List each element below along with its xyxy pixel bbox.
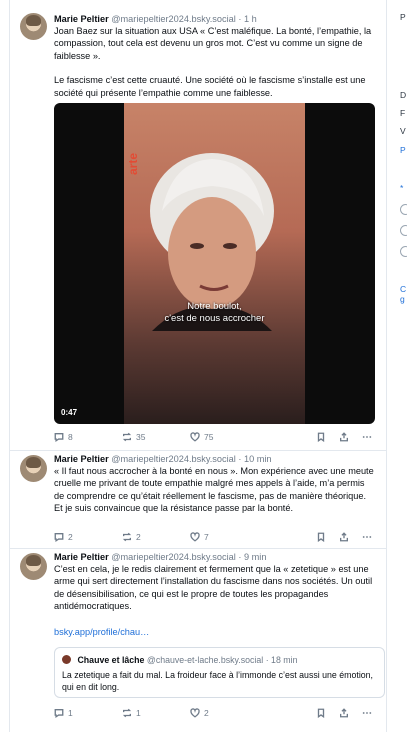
bookmark-button[interactable] — [316, 532, 326, 542]
quoted-avatar[interactable] — [62, 655, 71, 664]
profile-link[interactable]: bsky.app/profile/chau… — [54, 627, 376, 637]
video-frame: arte Notre boulot, c'est de nous accroch… — [124, 103, 305, 424]
author-name[interactable]: Marie Peltier — [54, 14, 109, 24]
repost-button[interactable]: 1 — [122, 708, 141, 718]
post-text: Joan Baez sur la situation aux USA « C’e… — [54, 26, 372, 61]
post-text: C’est en cela, je le redis clairement et… — [54, 564, 373, 612]
like-count: 2 — [204, 708, 209, 718]
author-handle[interactable]: @mariepeltier2024.bsky.social — [111, 14, 236, 24]
reply-count: 2 — [68, 532, 73, 542]
reply-count: 1 — [68, 708, 73, 718]
bookmark-button[interactable] — [316, 708, 326, 718]
avatar[interactable] — [20, 553, 47, 580]
reply-icon — [54, 533, 64, 542]
repost-icon — [122, 532, 132, 542]
post-time[interactable]: · 10 min — [238, 454, 271, 464]
video-player[interactable]: arte Notre boulot, c'est de nous accroch… — [54, 103, 375, 424]
sidebar-link-p[interactable]: P — [400, 145, 406, 155]
repost-count: 1 — [136, 708, 141, 718]
sidebar-link-g[interactable]: g — [400, 294, 405, 304]
subtitle-line-1: Notre boulot, — [187, 301, 242, 312]
video-subtitles: Notre boulot, c'est de nous accrocher — [124, 301, 305, 325]
like-button[interactable]: 7 — [190, 532, 209, 542]
more-options-button[interactable] — [362, 432, 372, 442]
sidebar-radio-1[interactable] — [400, 204, 407, 215]
reply-icon — [54, 709, 64, 718]
sidebar-link-c[interactable]: C — [400, 284, 406, 294]
like-button[interactable]: 75 — [190, 432, 213, 442]
avatar[interactable] — [20, 13, 47, 40]
sidebar-label-star: * — [400, 183, 404, 193]
repost-button[interactable]: 35 — [122, 432, 145, 442]
share-icon — [340, 532, 348, 542]
post-actions: 2 2 7 — [54, 532, 376, 544]
repost-icon — [122, 432, 132, 442]
quoted-post-time: · 18 min — [265, 655, 298, 665]
author-handle[interactable]: @mariepeltier2024.bsky.social — [111, 454, 236, 464]
post-time[interactable]: · 1 h — [238, 14, 256, 24]
reply-button[interactable]: 2 — [54, 532, 73, 542]
post-3[interactable]: Marie Peltier @mariepeltier2024.bsky.soc… — [10, 548, 386, 732]
post-header: Marie Peltier @mariepeltier2024.bsky.soc… — [54, 551, 376, 563]
feed-column: Marie Peltier @mariepeltier2024.bsky.soc… — [9, 0, 387, 732]
post-actions: 8 35 75 — [54, 432, 376, 444]
more-options-button[interactable] — [362, 708, 372, 718]
like-count: 7 — [204, 532, 209, 542]
sidebar-radio-3[interactable] — [400, 246, 407, 257]
post-time[interactable]: · 9 min — [238, 552, 266, 562]
bookmark-icon — [317, 532, 325, 542]
sidebar-label-f: F — [400, 108, 406, 118]
more-icon — [362, 436, 372, 438]
repost-count: 35 — [136, 432, 146, 442]
share-icon — [340, 432, 348, 442]
post-text: « Il faut nous accrocher à la bonté en n… — [54, 466, 374, 514]
more-icon — [362, 536, 372, 538]
reply-button[interactable]: 1 — [54, 708, 73, 718]
author-handle[interactable]: @mariepeltier2024.bsky.social — [111, 552, 236, 562]
heart-icon — [190, 432, 200, 442]
post-2[interactable]: Marie Peltier @mariepeltier2024.bsky.soc… — [10, 450, 386, 549]
sidebar-radio-2[interactable] — [400, 225, 407, 236]
quoted-author-name[interactable]: Chauve et lâche — [77, 655, 144, 665]
post-1[interactable]: Marie Peltier @mariepeltier2024.bsky.soc… — [10, 0, 386, 451]
reply-count: 8 — [68, 432, 73, 442]
share-icon — [340, 708, 348, 718]
right-sidebar: P D F V P * C g — [398, 0, 407, 732]
sidebar-label-v: V — [400, 126, 406, 136]
post-text-2: Le fascisme c’est cette cruauté. Une soc… — [54, 75, 366, 98]
reply-button[interactable]: 8 — [54, 432, 73, 442]
reply-icon — [54, 433, 64, 442]
quoted-post-text: La zetetique a fait du mal. La froideur … — [62, 670, 373, 692]
bookmark-icon — [317, 432, 325, 442]
more-icon — [362, 712, 372, 714]
author-name[interactable]: Marie Peltier — [54, 454, 109, 464]
heart-icon — [190, 532, 200, 542]
repost-count: 2 — [136, 532, 141, 542]
post-actions: 1 1 2 — [54, 708, 376, 720]
avatar[interactable] — [20, 455, 47, 482]
sidebar-label-p: P — [400, 12, 406, 22]
like-count: 75 — [204, 432, 214, 442]
author-name[interactable]: Marie Peltier — [54, 552, 109, 562]
post-header: Marie Peltier @mariepeltier2024.bsky.soc… — [54, 13, 376, 25]
subtitle-line-2: c'est de nous accrocher — [164, 313, 265, 324]
heart-icon — [190, 708, 200, 718]
quoted-post[interactable]: Chauve et lâche @chauve-et-lache.bsky.so… — [54, 647, 385, 698]
like-button[interactable]: 2 — [190, 708, 209, 718]
share-button[interactable] — [339, 708, 349, 718]
quoted-post-header: Chauve et lâche @chauve-et-lache.bsky.so… — [62, 655, 297, 665]
post-header: Marie Peltier @mariepeltier2024.bsky.soc… — [54, 453, 376, 465]
bookmark-button[interactable] — [316, 432, 326, 442]
repost-button[interactable]: 2 — [122, 532, 141, 542]
share-button[interactable] — [339, 432, 349, 442]
quoted-author-handle[interactable]: @chauve-et-lache.bsky.social — [147, 655, 263, 665]
bookmark-icon — [317, 708, 325, 718]
more-options-button[interactable] — [362, 532, 372, 542]
share-button[interactable] — [339, 532, 349, 542]
repost-icon — [122, 708, 132, 718]
video-duration: 0:47 — [61, 408, 78, 417]
sidebar-label-d: D — [400, 90, 407, 100]
